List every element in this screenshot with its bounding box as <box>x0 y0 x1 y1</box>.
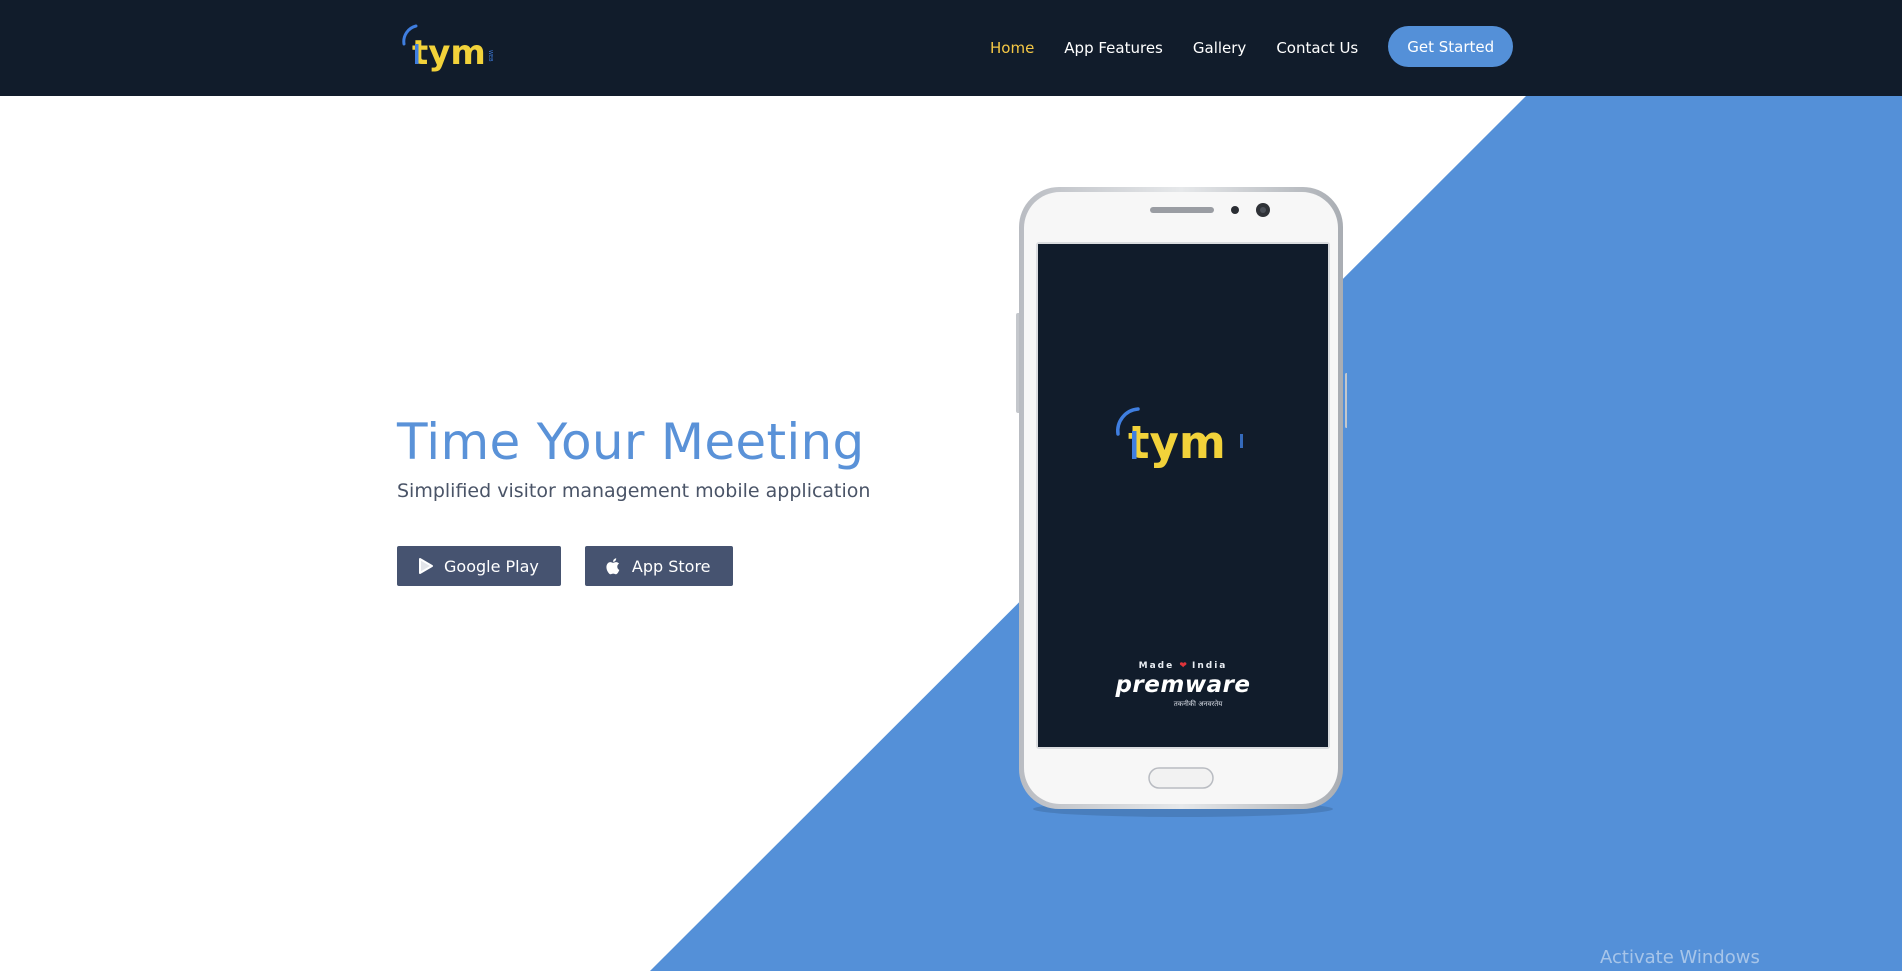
made-in-india: Made ❤ India <box>1038 661 1328 671</box>
splash-logo-text: tym <box>1128 416 1226 468</box>
made-in-suffix: India <box>1192 661 1228 671</box>
logo-text: tym <box>412 33 486 72</box>
phone-screen: tym Made ❤ India premware तकनीकी अनवरतेय <box>1038 244 1328 747</box>
get-started-button[interactable]: Get Started <box>1388 26 1514 67</box>
activate-windows-watermark: Activate Windows <box>1600 947 1760 968</box>
hero-section: Time Your Meeting Simplified visitor man… <box>397 412 870 586</box>
phone-mockup: tym Made ❤ India premware तकनीकी अनवरतेय <box>1015 183 1347 823</box>
nav-contact-us[interactable]: Contact Us <box>1276 39 1358 57</box>
top-navbar: tym WEB Home App Features Gallery Contac… <box>0 0 1902 96</box>
nav-home[interactable]: Home <box>990 39 1034 57</box>
made-in-prefix: Made <box>1138 661 1175 671</box>
hero-subtitle: Simplified visitor management mobile app… <box>397 480 871 502</box>
company-logo: premware <box>1115 672 1251 698</box>
app-splash-logo: tym <box>1116 407 1243 468</box>
app-store-label: App Store <box>631 556 711 576</box>
landing-page: tym WEB Home App Features Gallery Contac… <box>0 0 1902 971</box>
apple-icon <box>605 557 623 575</box>
brand-logo[interactable]: tym WEB <box>402 22 506 72</box>
diagonal-background <box>650 96 1902 971</box>
company-tagline: तकनीकी अनवरतेय <box>1173 700 1223 708</box>
google-play-button[interactable]: Google Play <box>397 546 561 586</box>
hero-title: Time Your Meeting <box>397 413 865 471</box>
google-play-icon <box>417 557 435 575</box>
nav-app-features[interactable]: App Features <box>1064 39 1163 57</box>
google-play-label: Google Play <box>444 556 539 576</box>
nav-gallery[interactable]: Gallery <box>1193 39 1246 57</box>
store-buttons: Google Play App Store <box>397 546 870 586</box>
logo-tag: WEB <box>487 50 493 62</box>
heart-icon: ❤ <box>1179 661 1187 671</box>
app-store-button[interactable]: App Store <box>584 546 733 586</box>
main-nav: Home App Features Gallery Contact Us Get… <box>990 0 1514 96</box>
